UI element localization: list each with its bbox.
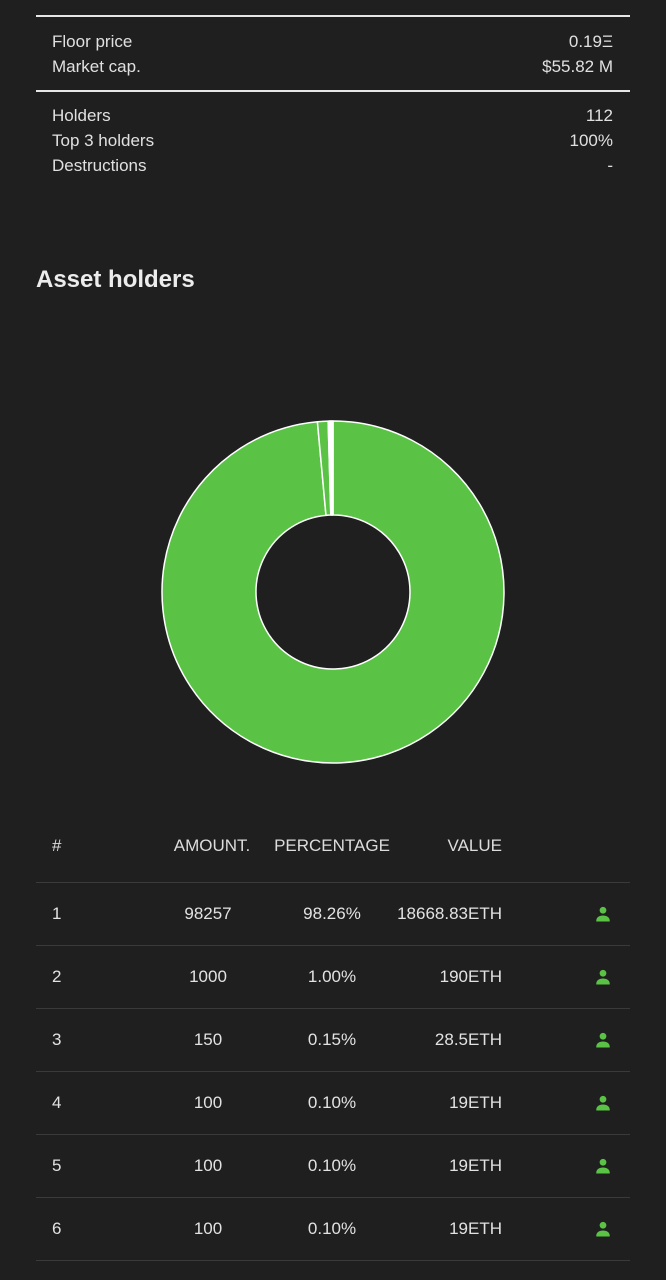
market-stats-panel: Floor price 0.19Ξ Market cap. $55.82 M (36, 15, 630, 91)
stat-label: Market cap. (52, 57, 141, 76)
table-row: 4 100 0.10% 19ETH (36, 1072, 630, 1135)
table-row: 5 100 0.10% 19ETH (36, 1135, 630, 1198)
stat-value: 0.19Ξ (568, 32, 613, 51)
section-title-asset-holders: Asset holders (36, 266, 195, 293)
table-header: # AMOUNT. PERCENTAGE VALUE (36, 810, 630, 883)
table-row: 3 150 0.15% 28.5ETH (36, 1009, 630, 1072)
stat-row-market-cap: Market cap. $55.82 M (36, 54, 630, 79)
row-amount: 100 (193, 1156, 223, 1175)
row-amount: 1000 (189, 967, 227, 986)
user-icon[interactable] (594, 905, 612, 923)
row-action (502, 1220, 630, 1238)
holder-stats-panel: Holders 112 Top 3 holders 100% Destructi… (36, 90, 630, 178)
user-icon[interactable] (594, 1157, 612, 1175)
user-icon[interactable] (594, 1094, 612, 1112)
stat-value: 100% (569, 131, 613, 150)
row-action (502, 968, 630, 986)
table-row: 2 1000 1.00% 190ETH (36, 946, 630, 1009)
row-percentage: 0.10% (307, 1156, 357, 1175)
header-amount[interactable]: AMOUNT. (146, 836, 270, 856)
user-icon[interactable] (594, 1220, 612, 1238)
row-rank: 2 (52, 967, 62, 986)
stat-value: 112 (585, 106, 613, 125)
stat-row-top-3-holders: Top 3 holders 100% (36, 128, 630, 153)
row-action (502, 1157, 630, 1175)
row-percentage: 0.10% (307, 1219, 357, 1238)
row-rank: 5 (52, 1156, 62, 1175)
donut-slice-6[interactable] (331, 420, 334, 516)
user-icon[interactable] (594, 1031, 612, 1049)
header-percentage[interactable]: PERCENTAGE (270, 836, 394, 856)
row-amount: 98257 (184, 904, 232, 923)
row-value: 19ETH (449, 1219, 502, 1238)
asset-holders-donut-chart (161, 420, 505, 764)
table-row: 1 98257 98.26% 18668.83ETH (36, 883, 630, 946)
row-amount: 100 (193, 1219, 223, 1238)
row-rank: 3 (52, 1030, 62, 1049)
header-value[interactable]: VALUE (394, 836, 503, 856)
holders-table: # AMOUNT. PERCENTAGE VALUE 1 98257 98.26… (36, 810, 630, 1261)
row-rank: 4 (52, 1093, 62, 1112)
row-value: 28.5ETH (434, 1030, 502, 1049)
row-percentage: 0.10% (307, 1093, 357, 1112)
row-amount: 150 (193, 1030, 223, 1049)
stat-label: Holders (52, 106, 111, 125)
stat-label: Top 3 holders (52, 131, 155, 150)
row-action (502, 1031, 630, 1049)
row-action (502, 905, 630, 923)
row-value: 190ETH (439, 967, 502, 986)
row-value: 19ETH (449, 1093, 502, 1112)
stat-row-floor-price: Floor price 0.19Ξ (36, 29, 630, 54)
row-percentage: 1.00% (307, 967, 357, 986)
stat-label: Destructions (52, 156, 147, 175)
row-rank: 6 (52, 1219, 62, 1238)
stat-value: $55.82 M (542, 57, 613, 76)
stat-value: - (607, 156, 613, 175)
user-icon[interactable] (594, 968, 612, 986)
header-rank: # (52, 836, 62, 855)
table-row: 6 100 0.10% 19ETH (36, 1198, 630, 1261)
stat-row-destructions: Destructions - (36, 153, 630, 178)
row-action (502, 1094, 630, 1112)
row-rank: 1 (52, 904, 62, 923)
stat-label: Floor price (52, 32, 133, 51)
row-amount: 100 (193, 1093, 223, 1112)
row-percentage: 98.26% (303, 904, 361, 923)
row-percentage: 0.15% (307, 1030, 357, 1049)
row-value: 18668.83ETH (397, 904, 502, 923)
row-value: 19ETH (449, 1156, 502, 1175)
stat-row-holders: Holders 112 (36, 103, 630, 128)
